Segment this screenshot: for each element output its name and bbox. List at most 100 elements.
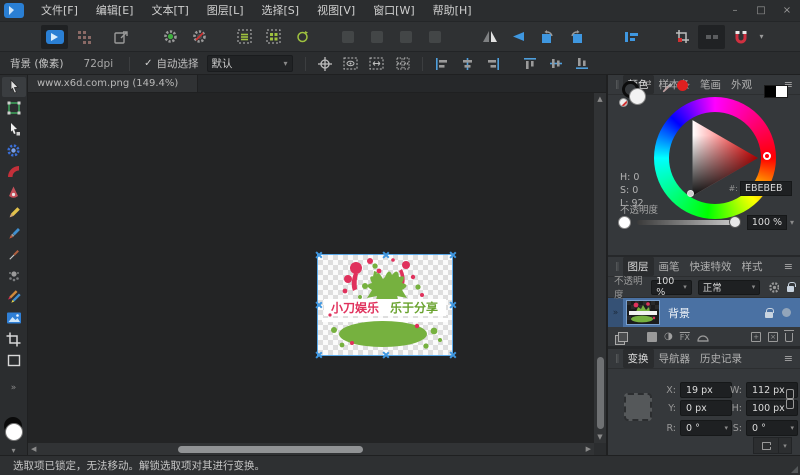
tab-history[interactable]: 历史记录 [695,349,747,368]
panel-menu-icon[interactable]: ≡ [781,352,796,365]
tab-brushes[interactable]: 画笔 [654,257,685,276]
pencil-tool[interactable] [2,203,26,223]
anchor-point-selector[interactable] [624,393,652,421]
align-right-icon[interactable] [482,54,506,74]
export-persona-button[interactable] [108,25,135,49]
selection-handle[interactable] [314,251,322,259]
new-pixel-layer-icon[interactable]: × [768,332,778,342]
knife-tool[interactable] [2,245,26,265]
layer-expand-chevron[interactable]: » [608,298,623,327]
flip-vertical-icon[interactable] [505,25,532,49]
opacity-swatch[interactable] [618,216,631,229]
alignment-icon[interactable] [618,25,645,49]
live-filter-icon[interactable] [697,332,709,342]
opacity-slider-thumb[interactable] [729,216,741,228]
layer-thumbnail[interactable] [626,300,660,325]
black-white-swatch[interactable] [764,85,788,98]
crop-snap-icon[interactable] [669,25,696,49]
hue-indicator[interactable] [763,152,771,160]
selection-handle[interactable] [314,301,322,309]
align-center-h-icon[interactable] [456,54,480,74]
scale-box-icon[interactable] [365,54,389,74]
swatch-chevron-icon[interactable]: ▾ [11,446,15,455]
menu-text[interactable]: 文本[T] [142,0,197,21]
align-middle-v-icon[interactable] [544,54,568,74]
align-top-icon[interactable] [518,54,542,74]
scroll-left-icon[interactable]: ◀ [31,443,36,455]
shear-dropdown[interactable]: 0 ° ▾ [746,420,798,436]
preset-dropdown[interactable]: 默认 ▾ [207,55,293,72]
pixel-grid-icon[interactable] [391,54,415,74]
vertical-scrollbar[interactable]: ▲ ▼ [594,93,606,443]
selection-handle[interactable] [381,251,389,259]
horizontal-scroll-thumb[interactable] [178,446,363,453]
dim-toggle-icon[interactable] [698,25,725,49]
align-left-icon[interactable] [430,54,454,74]
scroll-right-icon[interactable]: ▶ [586,443,591,455]
panel-menu-icon[interactable]: ≡ [781,260,796,273]
rotation-dropdown[interactable]: 0 ° ▾ [680,420,732,436]
no-color-icon[interactable] [619,98,628,107]
canvas-viewport[interactable]: 小刀娱乐 乐于分享 [28,93,594,443]
maximize-button[interactable]: □ [748,0,774,21]
snapping-options-chevron[interactable]: ▾ [755,25,768,49]
panel-grab-icon[interactable]: ‖ [615,354,620,364]
select-rotate-icon[interactable] [289,25,316,49]
scroll-up-icon[interactable]: ▲ [594,95,606,103]
pixel-persona-button[interactable] [70,25,97,49]
auto-select-checkbox[interactable]: ✓ [144,58,152,69]
chevron-down-icon[interactable]: ▾ [790,218,794,227]
selection-handle[interactable] [448,301,456,309]
align-bottom-icon[interactable] [570,54,594,74]
opacity-value[interactable]: 100 % [747,215,787,230]
disabled-tool-icon[interactable] [421,25,448,49]
layer-effects-icon[interactable]: FX [680,333,690,342]
tools-overflow-chevron[interactable]: » [11,383,17,393]
rotate-left-icon[interactable] [534,25,561,49]
tab-stroke[interactable]: 笔画 [695,75,726,94]
menu-file[interactable]: 文件[F] [32,0,87,21]
vector-brush-tool[interactable] [2,287,26,307]
disabled-tool-icon[interactable] [334,25,361,49]
selection-handle[interactable] [448,251,456,259]
fill-color-circle[interactable] [629,88,646,105]
selection-handle[interactable] [314,351,322,359]
tab-appearance[interactable]: 外观 [726,75,757,94]
hex-input[interactable]: EBEBEB [740,181,792,196]
select-grid-icon[interactable] [260,25,287,49]
menu-edit[interactable]: 编辑[E] [87,0,143,21]
corner-tool[interactable] [2,161,26,181]
blend-options-gear-icon[interactable] [768,281,779,294]
new-layer-icon[interactable]: + [751,332,761,342]
tab-styles[interactable]: 样式 [737,257,768,276]
layer-row-background[interactable]: » 背景 [608,298,800,327]
menu-help[interactable]: 帮助[H] [424,0,481,21]
crop-tool[interactable] [2,329,26,349]
disabled-tool-icon[interactable] [795,25,800,49]
document-tab[interactable]: www.x6d.com.png (149.4%) [28,75,198,92]
close-button[interactable]: × [774,0,800,21]
layer-locked-icon[interactable] [765,312,773,318]
fill-swatch[interactable] [5,423,23,441]
panel-grab-icon[interactable]: ‖ [615,262,620,272]
rotate-right-icon[interactable] [563,25,590,49]
gear-enabled-icon[interactable] [157,25,184,49]
swap-colors-icon[interactable]: ⇄ [644,79,652,89]
transform-origin-icon[interactable] [313,54,337,74]
lock-layer-icon[interactable] [787,286,794,292]
panel-grab-icon[interactable]: ‖ [615,80,620,90]
rectangle-tool[interactable] [2,350,26,370]
designer-persona-button[interactable] [41,25,68,49]
pen-tool[interactable] [2,182,26,202]
vertical-scroll-thumb[interactable] [597,357,604,429]
tab-navigator[interactable]: 导航器 [654,349,696,368]
corner-gear-tool[interactable] [2,140,26,160]
gear-disabled-icon[interactable] [186,25,213,49]
node-tool[interactable] [2,119,26,139]
disabled-tool-icon[interactable] [363,25,390,49]
delete-layer-icon[interactable] [785,333,793,342]
fill-stroke-swatches[interactable] [2,417,26,444]
layer-visibility-toggle[interactable] [782,308,791,317]
select-lines-icon[interactable] [231,25,258,49]
picked-color-dot[interactable] [677,80,688,91]
